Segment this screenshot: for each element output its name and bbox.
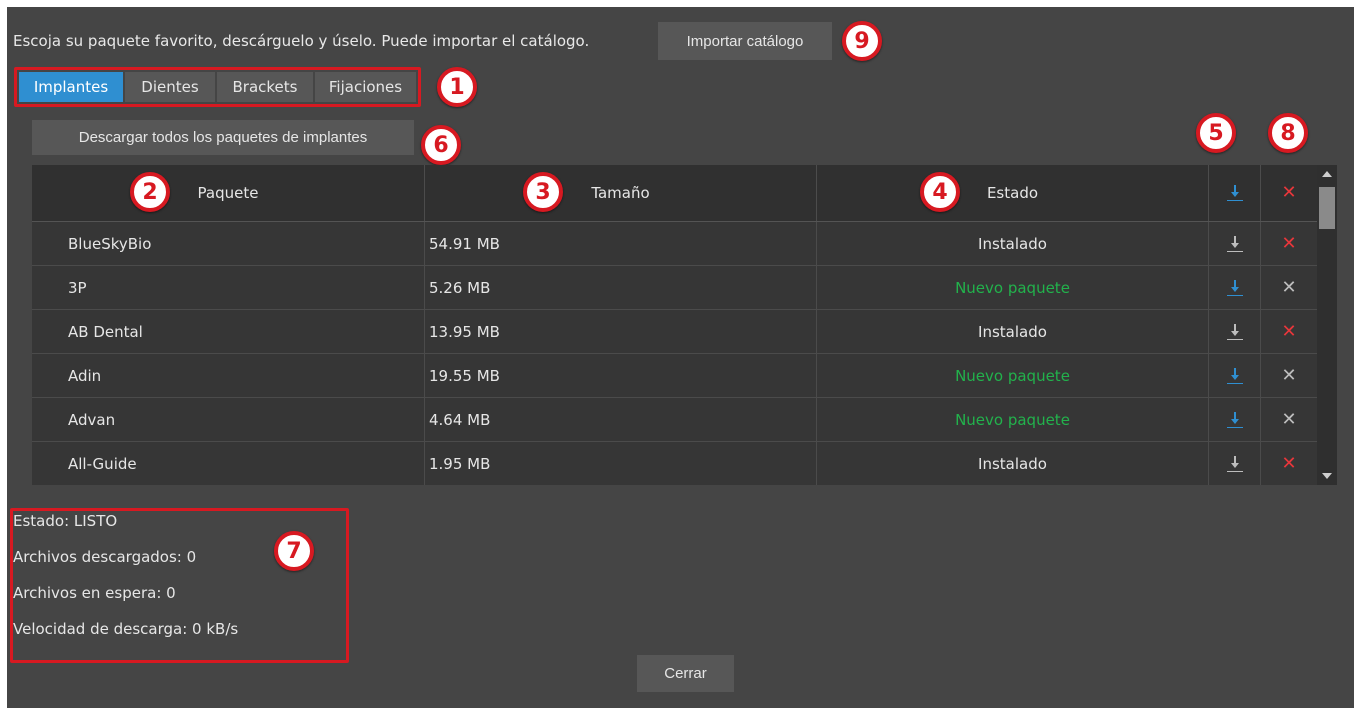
delete-package-button[interactable]: ✕ <box>1261 310 1317 353</box>
package-state: Instalado <box>817 222 1209 265</box>
header-state-label: Estado <box>986 184 1039 202</box>
package-name: All-Guide <box>32 442 425 485</box>
header-download-all-button[interactable] <box>1209 165 1261 221</box>
package-size: 19.55 MB <box>425 354 817 397</box>
download-package-button[interactable] <box>1209 266 1261 309</box>
header-package[interactable]: Paquete <box>32 165 425 221</box>
delete-package-button[interactable]: ✕ <box>1261 266 1317 309</box>
download-package-button[interactable] <box>1209 222 1261 265</box>
scroll-down-icon[interactable] <box>1322 473 1332 479</box>
callout-7: 7 <box>274 531 314 571</box>
package-manager-dialog: Escoja su paquete favorito, descárguelo … <box>7 7 1354 708</box>
download-icon <box>1226 234 1243 254</box>
header-package-label: Paquete <box>197 184 259 202</box>
callout-4: 4 <box>920 172 960 212</box>
callout-1: 1 <box>437 67 477 107</box>
table-scrollbar[interactable] <box>1317 165 1337 485</box>
table-row[interactable]: Adin 19.55 MB Nuevo paquete ✕ <box>32 354 1317 398</box>
close-icon: ✕ <box>1281 320 1297 342</box>
close-icon: ✕ <box>1281 364 1297 386</box>
callout-3: 3 <box>523 172 563 212</box>
package-size: 4.64 MB <box>425 398 817 441</box>
download-icon <box>1226 322 1243 342</box>
header-state[interactable]: Estado <box>817 165 1209 221</box>
package-name: AB Dental <box>32 310 425 353</box>
scroll-up-icon[interactable] <box>1322 171 1332 177</box>
package-state: Nuevo paquete <box>817 354 1209 397</box>
package-state: Instalado <box>817 442 1209 485</box>
header-size[interactable]: Tamaño <box>425 165 817 221</box>
table-row[interactable]: BlueSkyBio 54.91 MB Instalado ✕ <box>32 222 1317 266</box>
delete-package-button[interactable]: ✕ <box>1261 354 1317 397</box>
download-package-button[interactable] <box>1209 310 1261 353</box>
close-icon: ✕ <box>1281 232 1297 254</box>
import-catalog-button[interactable]: Importar catálogo <box>658 22 832 60</box>
callout-6: 6 <box>421 125 461 165</box>
package-state: Nuevo paquete <box>817 266 1209 309</box>
download-icon <box>1226 410 1243 430</box>
package-state: Instalado <box>817 310 1209 353</box>
scrollbar-thumb[interactable] <box>1319 187 1335 229</box>
package-size: 13.95 MB <box>425 310 817 353</box>
close-icon: ✕ <box>1281 276 1297 298</box>
download-icon <box>1226 454 1243 474</box>
callout-8: 8 <box>1268 113 1308 153</box>
table-row[interactable]: 3P 5.26 MB Nuevo paquete ✕ <box>32 266 1317 310</box>
tabs-highlight <box>14 67 421 107</box>
close-icon: ✕ <box>1281 182 1297 203</box>
delete-package-button[interactable]: ✕ <box>1261 222 1317 265</box>
intro-text: Escoja su paquete favorito, descárguelo … <box>13 32 590 50</box>
package-name: 3P <box>32 266 425 309</box>
package-size: 1.95 MB <box>425 442 817 485</box>
download-icon <box>1226 278 1243 298</box>
download-icon <box>1226 366 1243 386</box>
package-size: 54.91 MB <box>425 222 817 265</box>
download-icon <box>1226 183 1243 203</box>
package-name: Adin <box>32 354 425 397</box>
delete-package-button[interactable]: ✕ <box>1261 398 1317 441</box>
callout-2: 2 <box>130 172 170 212</box>
close-icon: ✕ <box>1281 408 1297 430</box>
download-package-button[interactable] <box>1209 442 1261 485</box>
callout-9: 9 <box>842 21 882 61</box>
download-package-button[interactable] <box>1209 354 1261 397</box>
packages-table: Paquete Tamaño Estado ✕ 2 3 4 BlueSkyBio… <box>32 165 1317 485</box>
header-delete-all-button[interactable]: ✕ <box>1261 165 1317 221</box>
download-all-button[interactable]: Descargar todos los paquetes de implante… <box>32 120 414 155</box>
package-size: 5.26 MB <box>425 266 817 309</box>
package-name: Advan <box>32 398 425 441</box>
callout-5: 5 <box>1196 113 1236 153</box>
download-package-button[interactable] <box>1209 398 1261 441</box>
package-name: BlueSkyBio <box>32 222 425 265</box>
table-row[interactable]: All-Guide 1.95 MB Instalado ✕ <box>32 442 1317 485</box>
table-row[interactable]: Advan 4.64 MB Nuevo paquete ✕ <box>32 398 1317 442</box>
close-icon: ✕ <box>1281 452 1297 474</box>
table-header: Paquete Tamaño Estado ✕ <box>32 165 1317 222</box>
delete-package-button[interactable]: ✕ <box>1261 442 1317 485</box>
header-size-label: Tamaño <box>591 184 650 202</box>
table-row[interactable]: AB Dental 13.95 MB Instalado ✕ <box>32 310 1317 354</box>
close-button[interactable]: Cerrar <box>637 655 734 692</box>
package-state: Nuevo paquete <box>817 398 1209 441</box>
